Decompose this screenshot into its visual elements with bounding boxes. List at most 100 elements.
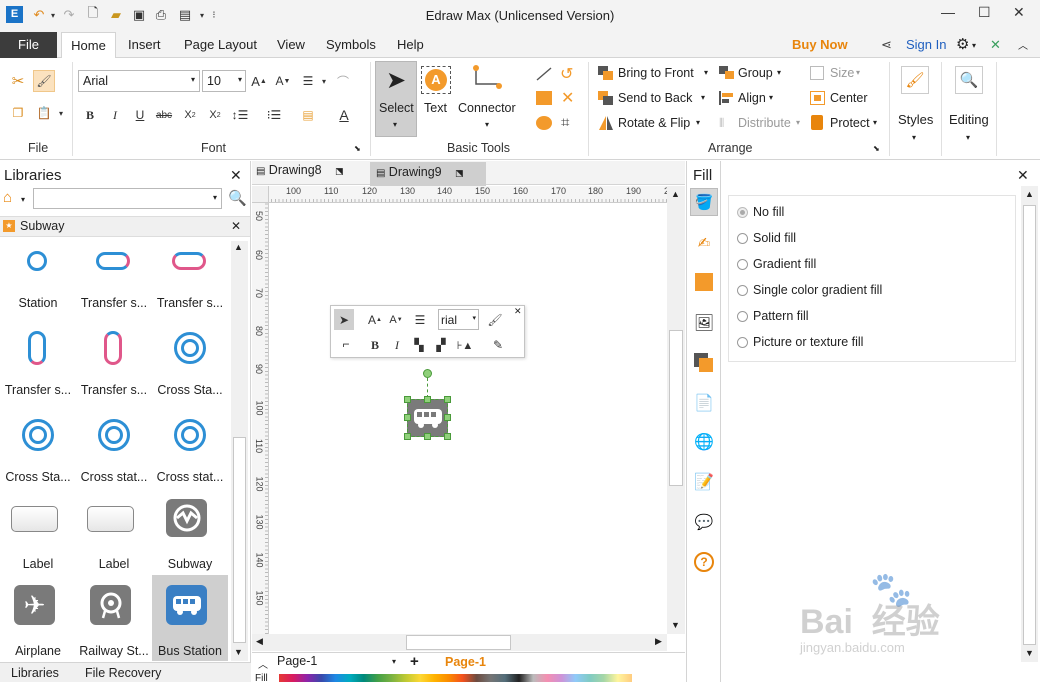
tab-help[interactable]: Help xyxy=(397,37,424,52)
fill-scroll-thumb[interactable] xyxy=(1023,205,1036,645)
hscroll-right-icon[interactable]: ▶ xyxy=(655,636,662,647)
drawing-canvas[interactable] xyxy=(270,204,667,634)
underline-icon[interactable]: U xyxy=(131,106,149,124)
shape-cross-station-2[interactable]: Cross Sta... xyxy=(0,416,76,486)
tab-symbols[interactable]: Symbols xyxy=(326,37,376,52)
help-tab-icon[interactable]: ? xyxy=(690,548,718,576)
send-to-back-button[interactable]: Send to Back xyxy=(618,91,692,105)
cut-icon[interactable]: ✂ xyxy=(9,72,27,90)
libraries-close-icon[interactable]: ✕ xyxy=(230,167,242,184)
page-collapse-icon[interactable]: ︿ xyxy=(258,656,268,671)
doc-tab-close-icon[interactable]: ⬔ xyxy=(335,166,344,176)
library-home-icon[interactable]: ⌂ xyxy=(3,189,12,206)
ft-italic-icon[interactable]: I xyxy=(388,336,406,354)
shape-label-2[interactable]: Label xyxy=(76,503,152,573)
fill-option-pattern-fill[interactable]: Pattern fill xyxy=(737,309,1007,325)
shape-cross-station-1[interactable]: Cross Sta... xyxy=(152,329,228,399)
distribute-dropdown-icon[interactable]: ▾ xyxy=(796,118,800,127)
shrink-font-icon[interactable]: A ▼ xyxy=(274,72,292,90)
redo-icon[interactable]: ↷ xyxy=(60,6,78,24)
page-selector[interactable]: Page-1 ▾ xyxy=(277,654,398,671)
fill-panel-close-icon[interactable]: ✕ xyxy=(1017,167,1029,184)
save-icon[interactable]: ▣ xyxy=(130,6,148,24)
layers-tab-icon[interactable] xyxy=(690,349,718,377)
rectangle-shape-icon[interactable] xyxy=(536,91,552,105)
connector-dropdown-icon[interactable]: ▾ xyxy=(485,120,489,129)
line-tab-icon[interactable]: ✍ xyxy=(690,229,718,257)
font-name-select[interactable]: Arial ▾ xyxy=(78,70,200,92)
ft-connector-icon[interactable]: ⌐ xyxy=(337,335,355,353)
theme-icon[interactable]: ✕ xyxy=(990,37,1001,53)
minimize-icon[interactable]: — xyxy=(941,4,955,20)
rotation-handle[interactable] xyxy=(423,369,432,378)
paste-icon[interactable]: 📋 xyxy=(35,104,53,122)
selected-bus-shape[interactable] xyxy=(407,399,448,437)
font-size-select[interactable]: 10 ▾ xyxy=(202,70,246,92)
doc-tab-close-icon[interactable]: ⬔ xyxy=(455,168,464,178)
bring-to-front-icon[interactable] xyxy=(598,66,614,80)
shape-transfer-station-2[interactable]: Transfer s... xyxy=(152,242,228,312)
fill-scroll-up-icon[interactable]: ▲ xyxy=(1025,189,1034,199)
tab-view[interactable]: View xyxy=(277,37,305,52)
vscroll-thumb[interactable] xyxy=(669,330,683,486)
rotate-flip-icon[interactable] xyxy=(598,115,614,131)
attachment-tab-icon[interactable]: 📝 xyxy=(690,468,718,496)
bullets-icon[interactable]: ⁝☰ xyxy=(265,106,283,124)
ft-bold-icon[interactable]: B xyxy=(366,336,384,354)
shape-transfer-station-4[interactable]: Transfer s... xyxy=(76,329,152,399)
format-painter-icon[interactable]: 🖌 xyxy=(33,70,55,92)
resize-handle[interactable] xyxy=(444,414,451,421)
scroll-up-icon[interactable]: ▲ xyxy=(234,242,243,252)
open-folder-icon[interactable]: ▰ xyxy=(107,6,125,24)
fill-option-no-fill[interactable]: No fill xyxy=(737,205,1007,221)
share-icon[interactable]: ⋖ xyxy=(881,37,892,53)
arc-shape-icon[interactable]: ↺ xyxy=(560,64,573,84)
hyperlink-tab-icon[interactable]: 🌐 xyxy=(690,428,718,456)
fill-option-picture-texture[interactable]: Picture or texture fill xyxy=(737,335,1007,351)
size-icon[interactable] xyxy=(810,66,824,80)
grow-font-icon[interactable]: A ▲ xyxy=(250,72,268,90)
line-shape-icon[interactable] xyxy=(535,66,553,82)
settings-dropdown-icon[interactable]: ▾ xyxy=(972,41,976,50)
library-search-icon[interactable]: 🔍 xyxy=(228,189,247,207)
styles-dropdown-icon[interactable]: ▾ xyxy=(912,133,916,142)
protect-dropdown-icon[interactable]: ▾ xyxy=(873,118,877,127)
connector-tool-label[interactable]: Connector xyxy=(458,101,516,115)
ft-bring-front-icon[interactable]: ▚ xyxy=(410,336,428,354)
fill-option-single-color-gradient[interactable]: Single color gradient fill xyxy=(737,283,1007,299)
ft-align-icon[interactable]: ☰ xyxy=(411,311,429,329)
collapse-ribbon-icon[interactable]: ︿ xyxy=(1018,37,1028,52)
shape-airplane[interactable]: ✈ Airplane xyxy=(0,585,76,661)
paste-dropdown-icon[interactable]: ▾ xyxy=(52,104,70,122)
buy-now-link[interactable]: Buy Now xyxy=(792,37,848,52)
hscroll-left-icon[interactable]: ◀ xyxy=(256,636,263,647)
shadow-tab-icon[interactable] xyxy=(690,268,718,296)
image-tab-icon[interactable]: 🖼 xyxy=(690,309,718,337)
distribute-icon[interactable]: ⦀ xyxy=(719,116,735,130)
tab-home[interactable]: Home xyxy=(61,32,116,59)
resize-handle[interactable] xyxy=(424,433,431,440)
fill-tab-icon[interactable]: 🪣 xyxy=(690,188,718,216)
superscript-icon[interactable]: X2 xyxy=(206,106,224,124)
resize-handle[interactable] xyxy=(404,433,411,440)
text-tool-icon[interactable]: A xyxy=(421,66,451,94)
text-curve-icon[interactable]: ⌒ xyxy=(334,72,352,90)
shape-cross-station-4[interactable]: Cross stat... xyxy=(152,416,228,486)
bring-to-front-button[interactable]: Bring to Front xyxy=(618,66,694,80)
shape-transfer-station-1[interactable]: Transfer s... xyxy=(76,242,152,312)
close-window-icon[interactable]: ✕ xyxy=(1013,4,1025,21)
category-close-icon[interactable]: ✕ xyxy=(231,219,241,233)
ft-grow-font-icon[interactable]: A ▲ xyxy=(366,311,384,329)
editing-button[interactable]: Editing xyxy=(949,112,989,127)
align-dropdown-icon[interactable]: ▾ xyxy=(769,93,773,102)
ft-close-icon[interactable]: ✕ xyxy=(514,306,522,317)
shape-cross-station-3[interactable]: Cross stat... xyxy=(76,416,152,486)
customize-qa-icon[interactable]: ⁝ xyxy=(205,6,223,24)
scroll-down-icon[interactable]: ▼ xyxy=(234,647,243,657)
ft-style-icon[interactable]: ✎ xyxy=(489,336,507,354)
ft-send-back-icon[interactable]: ▞ xyxy=(432,336,450,354)
tab-file-recovery[interactable]: File Recovery xyxy=(85,666,161,680)
doc-tab-drawing8[interactable]: ▤ Drawing8 ⬔ xyxy=(256,163,366,185)
ellipse-shape-icon[interactable] xyxy=(536,116,552,130)
align-dropdown-icon[interactable]: ▾ xyxy=(315,72,333,90)
